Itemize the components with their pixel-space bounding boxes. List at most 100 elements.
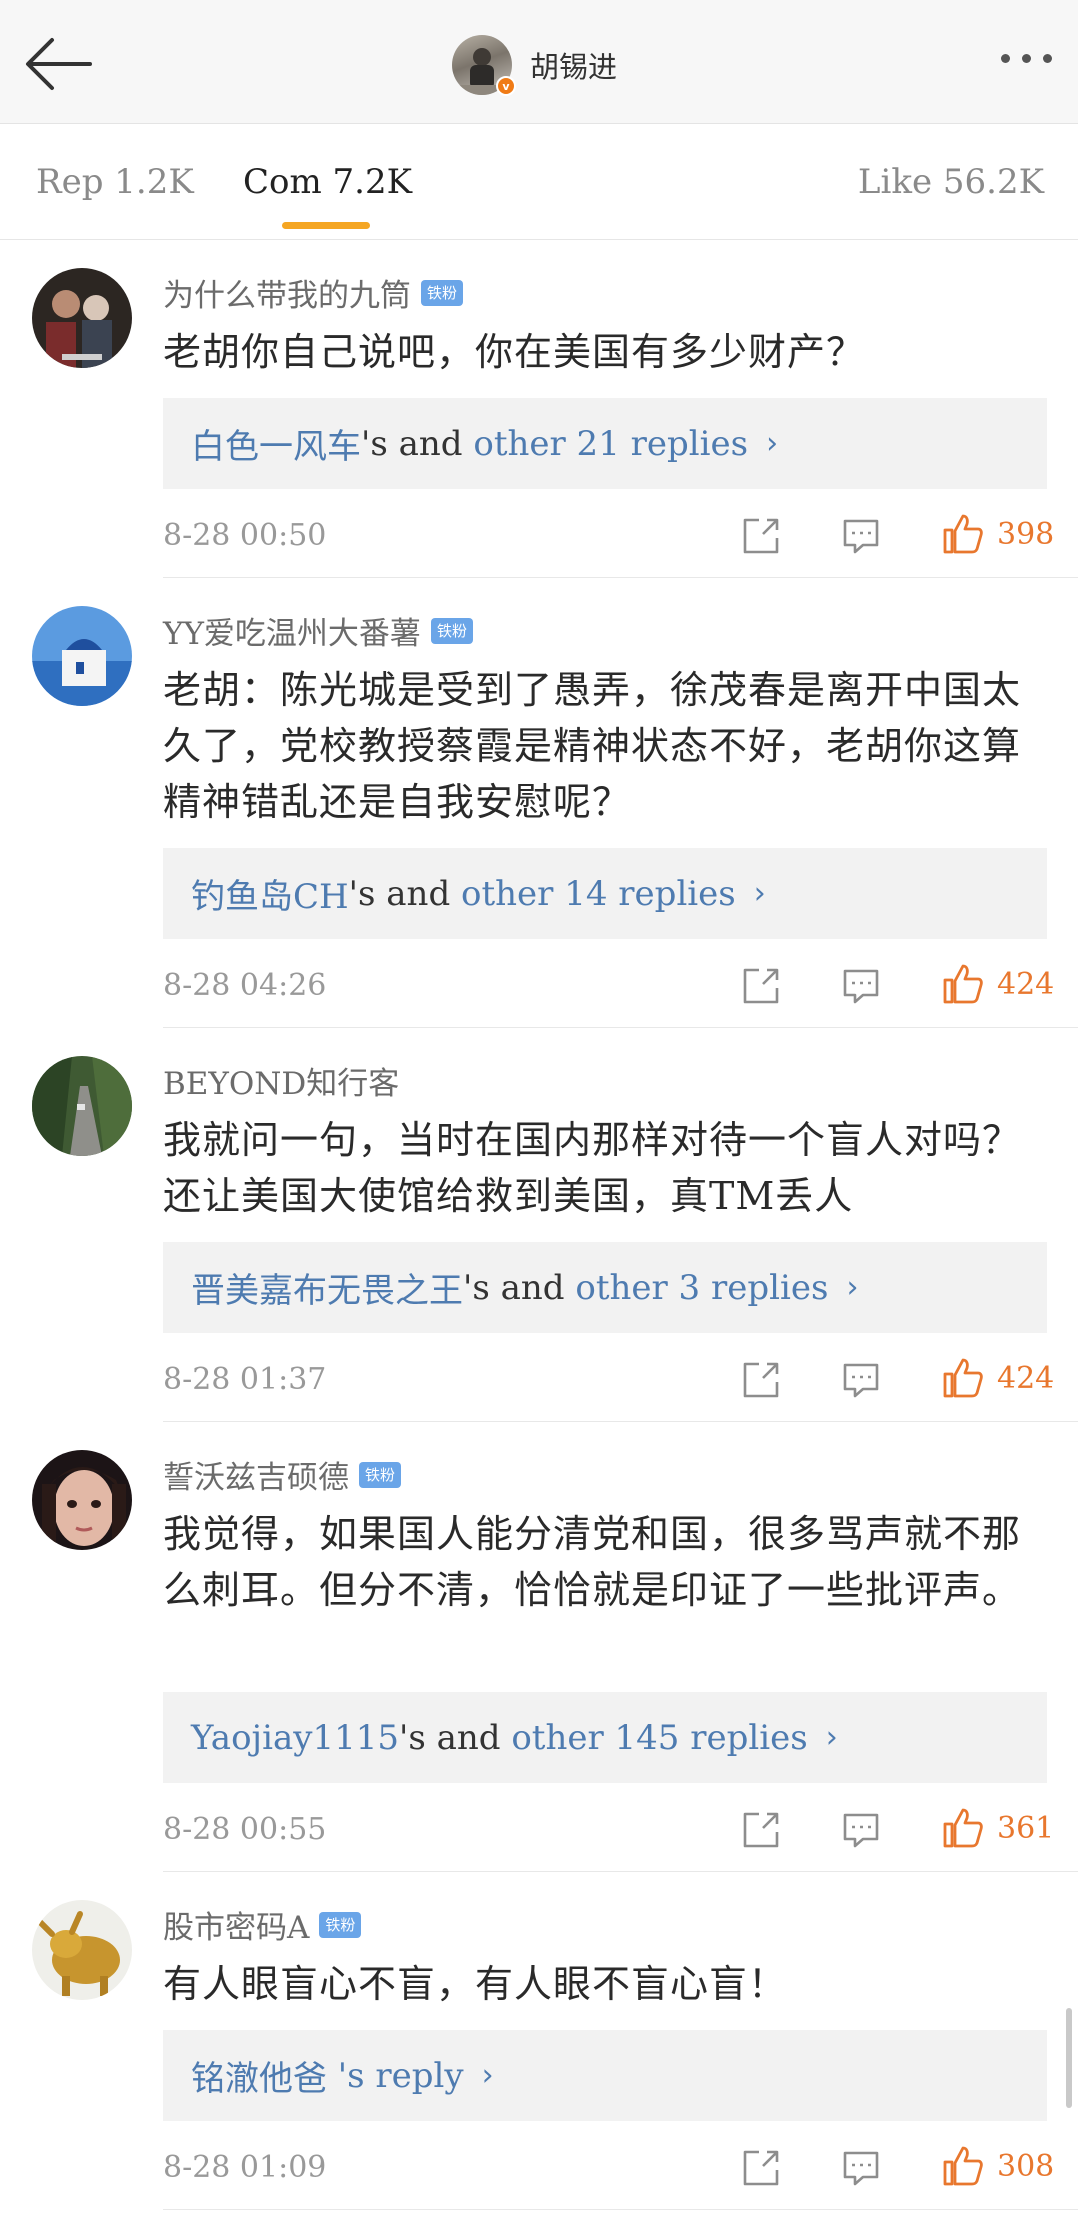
comment-time: 8-28 01:09 — [163, 2150, 327, 2185]
more-replies-link[interactable]: other 14 replies — [461, 874, 736, 914]
reply-username[interactable]: 铭澈他爸 — [191, 2051, 327, 2100]
avatar[interactable] — [32, 606, 132, 706]
comment-username[interactable]: BEYOND知行客 — [163, 1058, 399, 1103]
like-count: 398 — [997, 516, 1055, 552]
reply-username[interactable]: 白色一风车 — [191, 419, 361, 468]
like-button[interactable]: 424 — [941, 1356, 1054, 1400]
replies-preview[interactable]: 晋美嘉布无畏之王's and other 3 replies › — [163, 1242, 1047, 1333]
divider — [163, 577, 1078, 578]
replies-preview[interactable]: 铭澈他爸 's reply › — [163, 2030, 1047, 2121]
reply-connector: 's and — [348, 873, 462, 914]
comment-icon[interactable] — [841, 1810, 881, 1850]
more-replies-link[interactable]: other 21 replies — [473, 424, 748, 464]
share-icon[interactable] — [741, 516, 781, 556]
reply-connector: 's and — [361, 423, 474, 464]
like-button[interactable]: 361 — [941, 1806, 1054, 1850]
comment-username[interactable]: 为什么带我的九筒 铁粉 — [163, 270, 464, 315]
like-count: 424 — [997, 1360, 1055, 1396]
like-button[interactable]: 424 — [941, 962, 1054, 1006]
avatar[interactable] — [32, 1450, 132, 1550]
comment-text: 我就问一句，当时在国内那样对待一个盲人对吗？还让美国大使馆给救到美国，真TM丢人 — [163, 1118, 1022, 1218]
arrow-left-icon[interactable] — [24, 36, 94, 92]
reply-username[interactable]: Yaojiay1115 — [191, 1718, 399, 1758]
chevron-right-icon: › — [481, 2058, 494, 2093]
avatar-image — [32, 606, 132, 706]
divider — [163, 1421, 1078, 1422]
comment-meta: 8-28 01:37 424 — [163, 1356, 1054, 1404]
more-replies-link[interactable]: other 145 replies — [511, 1718, 807, 1758]
tab-reposts[interactable]: Rep 1.2K — [36, 162, 194, 202]
username-text[interactable]: 誓沃兹吉硕德 — [163, 1452, 349, 1497]
active-tab-indicator — [282, 222, 370, 229]
comment-icon[interactable] — [841, 966, 881, 1006]
username-text[interactable]: YY爱吃温州大番薯 — [163, 608, 421, 653]
chevron-right-icon: › — [825, 1720, 838, 1755]
replies-preview[interactable]: 白色一风车's and other 21 replies › — [163, 398, 1047, 489]
username-text[interactable]: 为什么带我的九筒 — [163, 270, 411, 315]
username-text[interactable]: BEYOND知行客 — [163, 1058, 399, 1103]
avatar-image — [32, 268, 132, 368]
comment-meta: 8-28 01:09 308 — [163, 2144, 1054, 2192]
fan-badge: 铁粉 — [319, 1911, 362, 1938]
like-button[interactable]: 308 — [941, 2144, 1054, 2188]
avatar-image — [32, 1450, 132, 1550]
page-title: 胡锡进 — [530, 50, 618, 84]
share-icon[interactable] — [741, 2148, 781, 2188]
comment-username[interactable]: 誓沃兹吉硕德 铁粉 — [163, 1452, 402, 1497]
like-button[interactable]: 398 — [941, 512, 1054, 556]
verified-badge: v — [496, 76, 516, 96]
fan-badge: 铁粉 — [359, 1461, 402, 1488]
avatar[interactable] — [32, 1056, 132, 1156]
thumbs-up-icon — [943, 964, 983, 1004]
reply-username[interactable]: 晋美嘉布无畏之王 — [191, 1263, 463, 1312]
comment-icon[interactable] — [841, 1360, 881, 1400]
more-replies-link[interactable]: other 3 replies — [575, 1268, 828, 1308]
thumbs-up-icon — [943, 1808, 983, 1848]
avatar-image — [32, 1056, 132, 1156]
comment-time: 8-28 01:37 — [163, 1362, 327, 1397]
divider — [163, 1871, 1078, 1872]
reply-connector: 's and — [398, 1717, 512, 1758]
reply-username[interactable]: 钓鱼岛CH — [191, 869, 349, 918]
comment-text: 有人眼盲心不盲，有人眼不盲心盲！ — [163, 1962, 788, 2006]
comment-meta: 8-28 04:26 424 — [163, 962, 1054, 1010]
fan-badge: 铁粉 — [430, 617, 473, 644]
tab-comments[interactable]: Com 7.2K — [243, 162, 412, 202]
comment-text: 老胡你自己说吧，你在美国有多少财产？ — [163, 330, 866, 374]
tab-likes[interactable]: Like 56.2K — [858, 162, 1044, 202]
thumbs-up-icon — [943, 1358, 983, 1398]
like-count: 308 — [997, 2148, 1055, 2184]
username-text[interactable]: 股市密码A — [163, 1902, 309, 1947]
profile-title[interactable]: v 胡锡进 — [452, 34, 617, 96]
avatar[interactable] — [32, 268, 132, 368]
chevron-right-icon: › — [753, 876, 766, 911]
chevron-right-icon: › — [766, 426, 779, 461]
share-icon[interactable] — [741, 1810, 781, 1850]
comment-meta: 8-28 00:50 398 — [163, 512, 1054, 560]
comment-text: 老胡：陈光城是受到了愚弄，徐茂春是离开中国太久了，党校教授蔡霞是精神状态不好，老… — [163, 668, 1022, 824]
avatar[interactable] — [32, 1900, 132, 2000]
thumbs-up-icon — [943, 514, 983, 554]
more-dots-icon[interactable] — [1001, 54, 1052, 63]
divider — [163, 2209, 1078, 2210]
share-icon[interactable] — [741, 1360, 781, 1400]
fan-badge: 铁粉 — [421, 279, 464, 306]
comment-text: 我觉得，如果国人能分清党和国，很多骂声就不那么刺耳。但分不清，恰恰就是印证了一些… — [163, 1512, 1022, 1612]
comment-time: 8-28 04:26 — [163, 968, 327, 1003]
like-count: 361 — [997, 1810, 1055, 1846]
divider — [163, 1027, 1078, 1028]
top-bar: v 胡锡进 — [0, 0, 1078, 124]
comment-icon[interactable] — [841, 516, 881, 556]
comment-time: 8-28 00:55 — [163, 1812, 327, 1847]
like-count: 424 — [997, 966, 1055, 1002]
replies-preview[interactable]: Yaojiay1115's and other 145 replies › — [163, 1692, 1047, 1783]
comment-time: 8-28 00:50 — [163, 518, 327, 553]
replies-preview[interactable]: 钓鱼岛CH's and other 14 replies › — [163, 848, 1047, 939]
reply-connector: 's and — [463, 1267, 576, 1308]
comment-username[interactable]: YY爱吃温州大番薯 铁粉 — [163, 608, 473, 653]
share-icon[interactable] — [741, 966, 781, 1006]
scrollbar[interactable] — [1066, 2008, 1072, 2108]
comment-username[interactable]: 股市密码A 铁粉 — [163, 1902, 362, 1947]
comment-icon[interactable] — [841, 2148, 881, 2188]
thumbs-up-icon — [943, 2146, 983, 2186]
